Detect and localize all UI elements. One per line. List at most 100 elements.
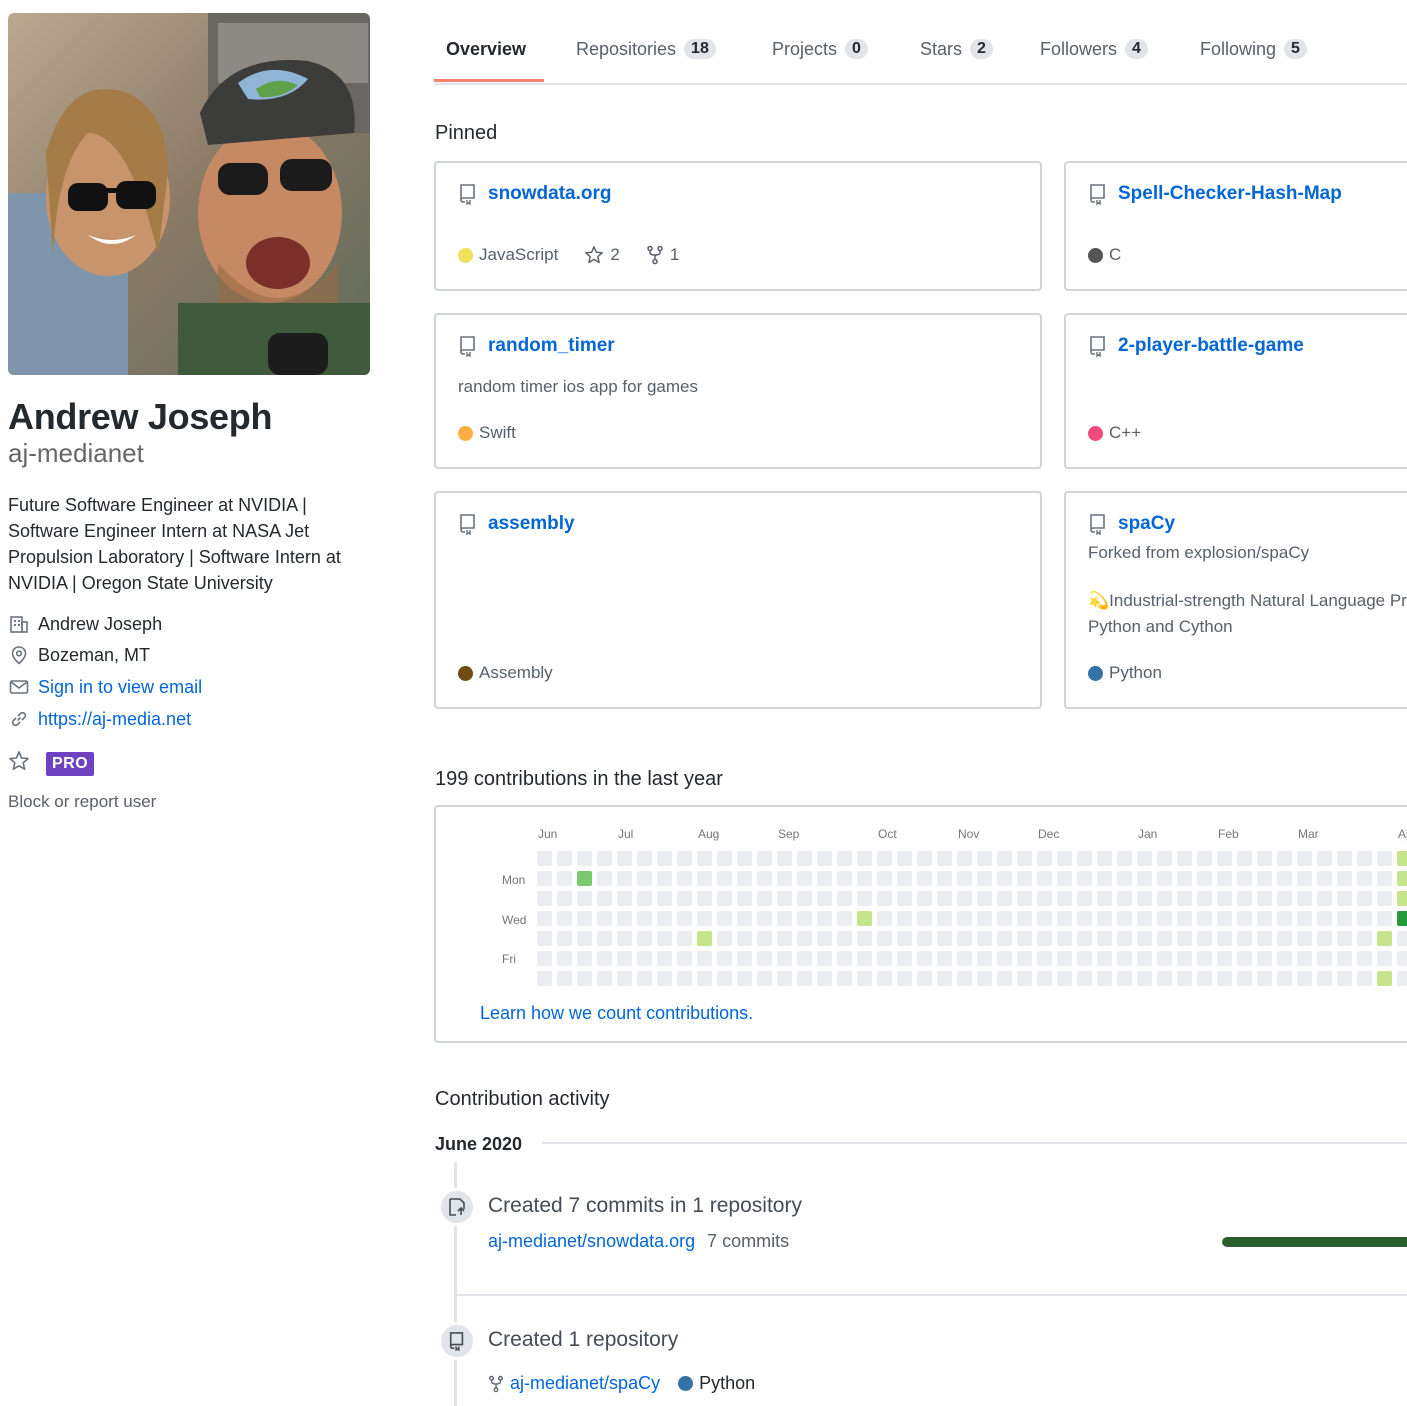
contribution-day-cell[interactable] — [1217, 931, 1232, 946]
contribution-day-cell[interactable] — [1237, 971, 1252, 986]
contribution-day-cell[interactable] — [1117, 911, 1132, 926]
contribution-day-cell[interactable] — [817, 891, 832, 906]
contribution-day-cell[interactable] — [1237, 871, 1252, 886]
contribution-day-cell[interactable] — [737, 891, 752, 906]
contribution-day-cell[interactable] — [697, 931, 712, 946]
contribution-day-cell[interactable] — [977, 871, 992, 886]
contribution-day-cell[interactable] — [977, 931, 992, 946]
contribution-day-cell[interactable] — [777, 871, 792, 886]
contribution-day-cell[interactable] — [1097, 971, 1112, 986]
contribution-day-cell[interactable] — [1137, 951, 1152, 966]
contribution-day-cell[interactable] — [1357, 851, 1372, 866]
contribution-day-cell[interactable] — [717, 891, 732, 906]
contribution-day-cell[interactable] — [757, 911, 772, 926]
contribution-day-cell[interactable] — [1277, 971, 1292, 986]
contribution-day-cell[interactable] — [817, 951, 832, 966]
contribution-day-cell[interactable] — [1297, 891, 1312, 906]
contribution-day-cell[interactable] — [897, 911, 912, 926]
contribution-day-cell[interactable] — [957, 911, 972, 926]
contribution-day-cell[interactable] — [1097, 891, 1112, 906]
contribution-day-cell[interactable] — [937, 951, 952, 966]
contribution-day-cell[interactable] — [817, 971, 832, 986]
contribution-day-cell[interactable] — [537, 891, 552, 906]
contribution-day-cell[interactable] — [1037, 891, 1052, 906]
contribution-day-cell[interactable] — [537, 871, 552, 886]
contribution-day-cell[interactable] — [997, 911, 1012, 926]
contribution-day-cell[interactable] — [657, 931, 672, 946]
contribution-day-cell[interactable] — [637, 851, 652, 866]
contribution-day-cell[interactable] — [1057, 971, 1072, 986]
contribution-day-cell[interactable] — [1337, 951, 1352, 966]
contribution-day-cell[interactable] — [937, 871, 952, 886]
contribution-day-cell[interactable] — [757, 931, 772, 946]
contribution-day-cell[interactable] — [1377, 891, 1392, 906]
contribution-day-cell[interactable] — [717, 971, 732, 986]
contribution-day-cell[interactable] — [917, 871, 932, 886]
tab-repositories[interactable]: Repositories 18 — [576, 36, 716, 62]
contribution-day-cell[interactable] — [537, 951, 552, 966]
contribution-day-cell[interactable] — [997, 871, 1012, 886]
contribution-day-cell[interactable] — [1317, 971, 1332, 986]
contribution-day-cell[interactable] — [1197, 931, 1212, 946]
repo-link[interactable]: spaCy — [1118, 513, 1175, 535]
contribution-day-cell[interactable] — [957, 851, 972, 866]
contribution-day-cell[interactable] — [797, 891, 812, 906]
website-link[interactable]: https://aj-media.net — [38, 709, 191, 730]
contribution-day-cell[interactable] — [697, 951, 712, 966]
contribution-day-cell[interactable] — [1177, 951, 1192, 966]
contribution-day-cell[interactable] — [977, 911, 992, 926]
contribution-day-cell[interactable] — [717, 911, 732, 926]
tab-stars[interactable]: Stars 2 — [920, 36, 993, 62]
contribution-day-cell[interactable] — [997, 851, 1012, 866]
contribution-day-cell[interactable] — [1097, 871, 1112, 886]
contribution-day-cell[interactable] — [1017, 971, 1032, 986]
contribution-day-cell[interactable] — [1317, 891, 1332, 906]
contribution-day-cell[interactable] — [937, 971, 952, 986]
contribution-day-cell[interactable] — [537, 971, 552, 986]
contribution-day-cell[interactable] — [1077, 851, 1092, 866]
repo-forks-link[interactable]: 1 — [646, 245, 679, 265]
contribution-day-cell[interactable] — [577, 931, 592, 946]
activity-item-title[interactable]: Created 1 repository — [488, 1328, 678, 1352]
block-report-link[interactable]: Block or report user — [8, 792, 156, 812]
contribution-day-cell[interactable] — [777, 951, 792, 966]
contribution-day-cell[interactable] — [737, 931, 752, 946]
contribution-day-cell[interactable] — [997, 971, 1012, 986]
repo-link[interactable]: Spell-Checker-Hash-Map — [1118, 183, 1342, 205]
contribution-day-cell[interactable] — [777, 911, 792, 926]
contribution-day-cell[interactable] — [1077, 911, 1092, 926]
contribution-day-cell[interactable] — [1157, 911, 1172, 926]
contribution-day-cell[interactable] — [617, 971, 632, 986]
contribution-day-cell[interactable] — [637, 871, 652, 886]
contribution-day-cell[interactable] — [577, 911, 592, 926]
contribution-day-cell[interactable] — [877, 891, 892, 906]
contribution-day-cell[interactable] — [897, 851, 912, 866]
contribution-day-cell[interactable] — [657, 971, 672, 986]
contribution-day-cell[interactable] — [957, 871, 972, 886]
contribution-day-cell[interactable] — [1317, 931, 1332, 946]
contribution-day-cell[interactable] — [1277, 851, 1292, 866]
contribution-day-cell[interactable] — [1097, 931, 1112, 946]
contribution-day-cell[interactable] — [917, 951, 932, 966]
contribution-day-cell[interactable] — [697, 971, 712, 986]
activity-item-title[interactable]: Created 7 commits in 1 repository — [488, 1194, 802, 1218]
contribution-day-cell[interactable] — [857, 971, 872, 986]
contribution-day-cell[interactable] — [1077, 871, 1092, 886]
contribution-day-cell[interactable] — [737, 871, 752, 886]
contribution-day-cell[interactable] — [897, 871, 912, 886]
contribution-day-cell[interactable] — [897, 951, 912, 966]
contribution-day-cell[interactable] — [877, 951, 892, 966]
contribution-day-cell[interactable] — [957, 931, 972, 946]
contribution-day-cell[interactable] — [1117, 951, 1132, 966]
contribution-day-cell[interactable] — [977, 891, 992, 906]
contribution-day-cell[interactable] — [1257, 931, 1272, 946]
contribution-day-cell[interactable] — [937, 851, 952, 866]
contribution-day-cell[interactable] — [1277, 871, 1292, 886]
contribution-day-cell[interactable] — [637, 931, 652, 946]
contribution-day-cell[interactable] — [617, 891, 632, 906]
contribution-day-cell[interactable] — [1177, 971, 1192, 986]
contribution-day-cell[interactable] — [1297, 871, 1312, 886]
contribution-day-cell[interactable] — [1377, 971, 1392, 986]
contribution-day-cell[interactable] — [797, 951, 812, 966]
contribution-day-cell[interactable] — [557, 911, 572, 926]
